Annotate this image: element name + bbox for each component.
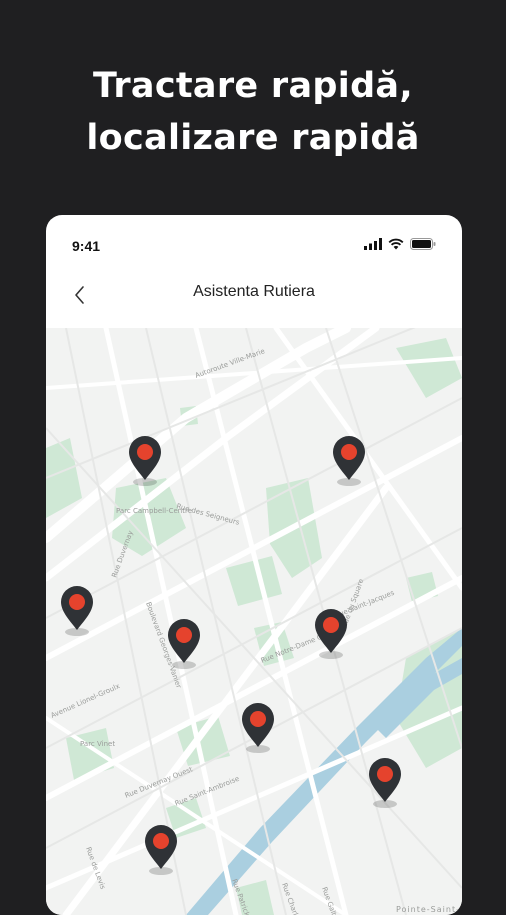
location-pin-icon (315, 609, 347, 659)
location-pin[interactable] (238, 701, 278, 757)
location-pin-icon (129, 436, 161, 486)
promo-headline: Tractare rapidă, localizare rapidă (0, 60, 506, 164)
location-pin[interactable] (365, 756, 405, 812)
map-base: Autoroute Ville-Marie Parc Campbell-Cent… (46, 328, 462, 915)
signal-icon (364, 238, 382, 250)
location-pin[interactable] (164, 617, 204, 673)
location-pin-icon (145, 825, 177, 875)
wifi-icon (388, 238, 404, 250)
location-pin[interactable] (125, 434, 165, 490)
location-pin-icon (61, 586, 93, 636)
location-pin[interactable] (311, 607, 351, 663)
map-view[interactable]: Autoroute Ville-Marie Parc Campbell-Cent… (46, 328, 462, 915)
screen-title: Asistenta Rutiera (193, 283, 315, 300)
status-time: 9:41 (72, 238, 101, 254)
street-label: Pointe-Saint-Charles (396, 905, 462, 914)
location-pin-icon (168, 619, 200, 669)
location-pin[interactable] (57, 584, 97, 640)
location-pin[interactable] (141, 823, 181, 879)
location-pin-icon (333, 436, 365, 486)
status-icons (364, 238, 436, 250)
location-pin-icon (369, 758, 401, 808)
street-label: Parc Vinet (80, 740, 115, 748)
status-bar: 9:41 (46, 215, 462, 273)
headline-line-1: Tractare rapidă, (93, 66, 413, 106)
phone-screen: 9:41 Asistenta Rutiera Autoroute Ville-M… (46, 215, 462, 915)
headline-line-2: localizare rapidă (86, 118, 420, 158)
location-pin[interactable] (329, 434, 369, 490)
battery-icon (410, 238, 436, 250)
navigation-bar: Asistenta Rutiera (46, 273, 462, 328)
location-pin-icon (242, 703, 274, 753)
